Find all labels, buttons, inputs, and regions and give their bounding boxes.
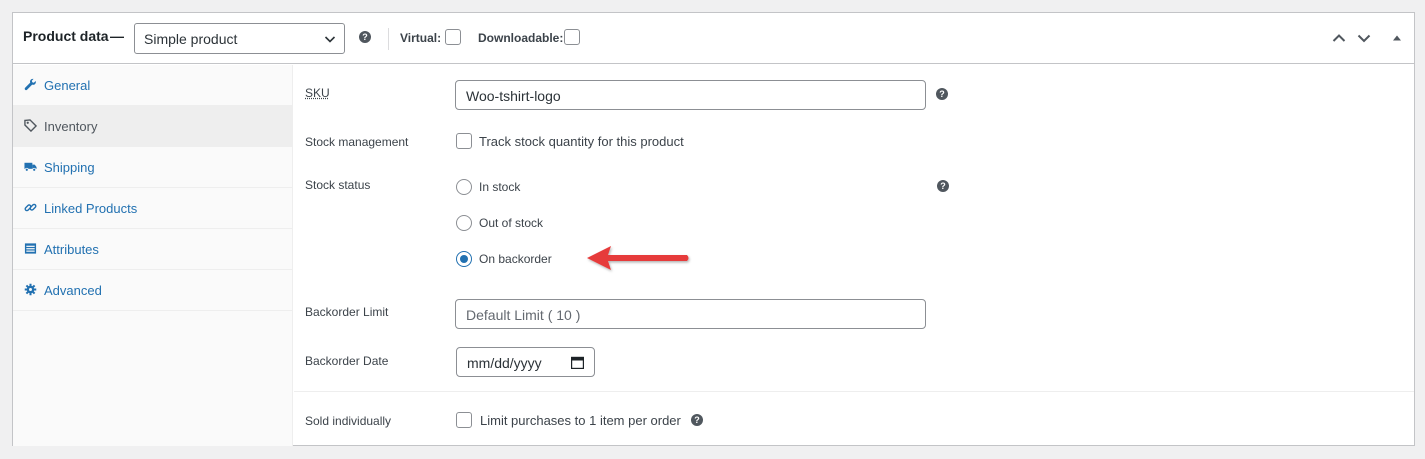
product-type-select[interactable]: Simple product [134, 23, 345, 54]
tab-linked-products-label: Linked Products [44, 201, 138, 216]
radio-in-stock-label: In stock [479, 180, 521, 194]
help-icon[interactable]: ? [937, 180, 949, 192]
gear-icon [24, 283, 37, 296]
backorder-limit-placeholder: Default Limit ( 10 ) [466, 307, 581, 323]
tag-icon [24, 119, 37, 132]
stock-status-label: Stock status [305, 178, 371, 192]
section-divider [294, 391, 1414, 392]
tab-advanced-label: Advanced [44, 283, 102, 298]
panel-header: Product data — Simple product ? Virtual:… [13, 13, 1414, 64]
radio-out-of-stock-label: Out of stock [479, 216, 544, 230]
chevron-down-icon [324, 36, 336, 43]
stock-management-text: Track stock quantity for this product [479, 134, 684, 149]
radio-on-backorder-label: On backorder [479, 252, 552, 266]
inventory-panel: SKU Woo-tshirt-logo ? Stock management T… [294, 65, 1414, 446]
tab-linked-products[interactable]: Linked Products [13, 188, 293, 229]
panel-title: Product data [23, 28, 109, 44]
backorder-date-placeholder: mm/dd/yyyy [467, 355, 542, 371]
wrench-icon [24, 78, 36, 91]
help-icon[interactable]: ? [691, 414, 703, 426]
backorder-limit-input[interactable]: Default Limit ( 10 ) [455, 299, 926, 329]
help-icon[interactable]: ? [359, 31, 371, 43]
help-icon[interactable]: ? [936, 88, 948, 100]
backorder-date-input[interactable]: mm/dd/yyyy [456, 347, 595, 377]
sold-individually-checkbox[interactable] [456, 412, 472, 428]
product-type-value: Simple product [144, 31, 238, 47]
sold-individually-label: Sold individually [305, 414, 392, 428]
sku-input[interactable]: Woo-tshirt-logo [455, 80, 926, 110]
stock-management-label: Stock management [305, 135, 409, 149]
calendar-icon[interactable] [571, 356, 584, 369]
header-divider [388, 28, 389, 50]
title-dash: — [110, 28, 124, 44]
link-icon [24, 203, 37, 212]
tab-general[interactable]: General [13, 65, 293, 106]
sku-label: SKU [305, 86, 330, 100]
chevron-up-icon[interactable] [1331, 30, 1347, 46]
tab-advanced[interactable]: Advanced [13, 270, 293, 311]
radio-on-backorder[interactable] [456, 251, 472, 267]
tab-attributes[interactable]: Attributes [13, 229, 293, 270]
radio-out-of-stock[interactable] [456, 215, 472, 231]
radio-in-stock[interactable] [456, 179, 472, 195]
tab-general-label: General [44, 78, 91, 93]
collapse-toggle-icon[interactable] [1389, 30, 1405, 46]
stock-management-checkbox[interactable] [456, 133, 472, 149]
tab-shipping-label: Shipping [44, 160, 95, 175]
tab-inventory[interactable]: Inventory [13, 106, 293, 147]
virtual-checkbox[interactable] [445, 29, 461, 45]
sku-value: Woo-tshirt-logo [466, 88, 561, 104]
tab-inventory-label: Inventory [44, 119, 98, 134]
product-data-panel: Product data — Simple product ? Virtual:… [12, 12, 1415, 446]
sold-individually-text: Limit purchases to 1 item per order [480, 413, 681, 428]
virtual-label: Virtual: [400, 31, 442, 45]
chevron-down-icon[interactable] [1356, 30, 1372, 46]
downloadable-checkbox[interactable] [564, 29, 580, 45]
annotation-arrow-icon [587, 246, 689, 270]
product-data-tabs: General Inventory Shipping Linked Produc… [13, 65, 293, 446]
list-icon [24, 243, 37, 254]
tab-shipping[interactable]: Shipping [13, 147, 293, 188]
truck-icon [24, 162, 37, 172]
downloadable-label: Downloadable: [478, 31, 564, 45]
backorder-limit-label: Backorder Limit [305, 305, 389, 319]
tab-attributes-label: Attributes [44, 242, 99, 257]
backorder-date-label: Backorder Date [305, 354, 389, 368]
